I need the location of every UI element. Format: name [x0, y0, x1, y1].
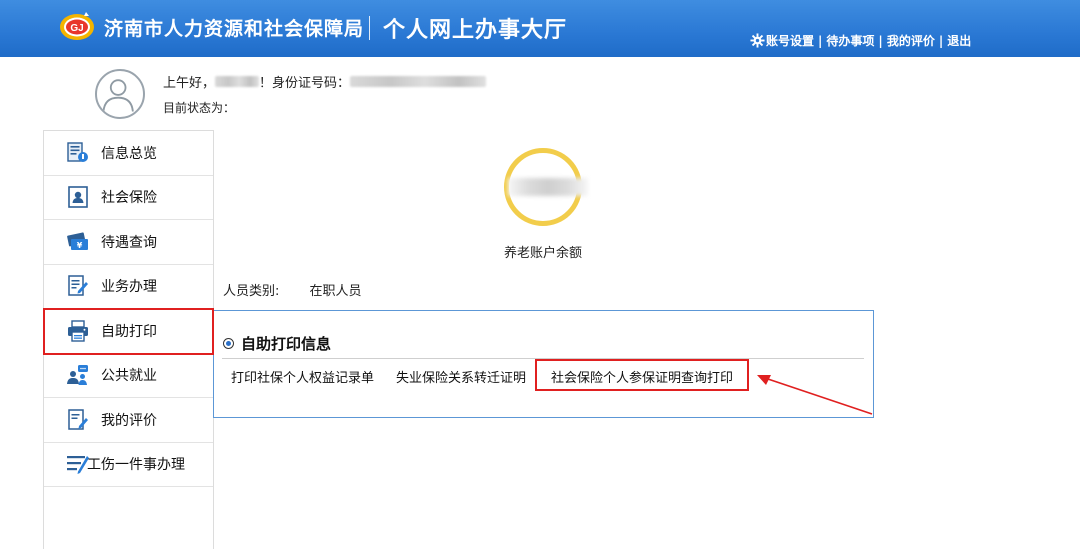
sidebar-item-label: 信息总览: [101, 145, 157, 162]
person-type-value: 在职人员: [309, 284, 362, 299]
sidebar-item-label: 业务办理: [101, 279, 157, 296]
person-type-label: 人员类别:: [223, 284, 280, 299]
link-insurance-certificate-print[interactable]: 社会保险个人参保证明查询打印: [551, 367, 733, 386]
sidebar-item-social-insurance[interactable]: 社会保险: [44, 176, 213, 220]
person-type-row: 人员类别: 在职人员: [223, 280, 362, 299]
sidebar-item-label: 工伤一件事办理: [87, 457, 185, 474]
user-avatar: [95, 69, 145, 119]
evaluation-icon: [68, 409, 88, 430]
info-overview-icon: [67, 142, 88, 162]
radio-dot-icon: [223, 338, 234, 349]
people-chat-icon: [67, 365, 88, 386]
nav-separator: |: [818, 33, 823, 48]
panel-divider: [222, 358, 864, 359]
greeting-text: 上午好，: [163, 76, 216, 91]
top-nav: 账号设置 | 待办事项 | 我的评价 | 退出: [750, 32, 971, 49]
id-card-icon: [68, 186, 88, 209]
svg-text:¥: ¥: [77, 241, 83, 250]
link-print-rights-record[interactable]: 打印社保个人权益记录单: [231, 367, 374, 386]
sidebar-item-label: 待遇查询: [101, 234, 157, 251]
sidebar-menu: 信息总览 社会保险 ¥ 待遇查询 业务办理 自助打印 公共就业 我的评价 工伤一…: [43, 130, 214, 549]
card-yuan-icon: ¥: [67, 232, 88, 250]
sidebar-item-label: 我的评价: [101, 412, 157, 429]
document-pen-icon: [68, 275, 88, 296]
nav-my-evaluation[interactable]: 我的评价: [887, 32, 935, 49]
sidebar-item-my-evaluation[interactable]: 我的评价: [44, 398, 213, 443]
nav-todo-items[interactable]: 待办事项: [826, 32, 874, 49]
nav-separator: |: [938, 33, 944, 48]
user-name-redacted: [215, 76, 260, 87]
id-number-redacted: [350, 76, 487, 87]
pension-balance-redacted: [508, 178, 588, 196]
svg-text:GJ: GJ: [70, 23, 83, 34]
status-label: 目前状态为：: [163, 101, 236, 115]
sidebar-item-label: 自助打印: [101, 323, 157, 340]
gear-icon[interactable]: [750, 33, 765, 48]
sidebar-item-benefit-query[interactable]: ¥ 待遇查询: [44, 220, 213, 265]
link-unemployment-transfer-cert[interactable]: 失业保险关系转迁证明: [396, 367, 526, 386]
id-number-label: ！身份证号码：: [259, 76, 351, 91]
top-header: GJ 济南市人力资源和社会保障局 个人网上办事大厅 账号设置 | 待办事项 | …: [0, 0, 1080, 57]
user-silhouette-icon: [102, 79, 134, 112]
title-divider: [369, 16, 370, 40]
printer-icon: [68, 320, 88, 342]
sidebar-item-work-injury[interactable]: 工伤一件事办理: [44, 443, 213, 487]
site-subtitle: 个人网上办事大厅: [383, 18, 568, 43]
sidebar-item-self-service-print[interactable]: 自助打印: [43, 308, 214, 355]
greeting-line: 上午好， ！身份证号码：: [163, 72, 487, 91]
self-print-title-text: 自助打印信息: [241, 335, 332, 353]
nav-account-settings[interactable]: 账号设置: [766, 32, 814, 49]
sidebar-item-label: 社会保险: [101, 190, 157, 207]
nav-separator: |: [878, 33, 883, 48]
sidebar-item-label: 公共就业: [101, 368, 157, 385]
sidebar-item-public-employment[interactable]: 公共就业: [44, 354, 213, 398]
sidebar-item-info-overview[interactable]: 信息总览: [44, 131, 213, 176]
pension-balance-label: 养老账户余额: [504, 246, 583, 261]
hrss-logo-icon: GJ: [60, 12, 94, 40]
self-print-title: 自助打印信息: [223, 333, 331, 354]
nav-logout[interactable]: 退出: [947, 32, 971, 49]
annotation-arrow-icon: [757, 375, 873, 415]
site-title: 济南市人力资源和社会保障局: [104, 18, 365, 40]
sidebar-item-business-handling[interactable]: 业务办理: [44, 265, 213, 309]
